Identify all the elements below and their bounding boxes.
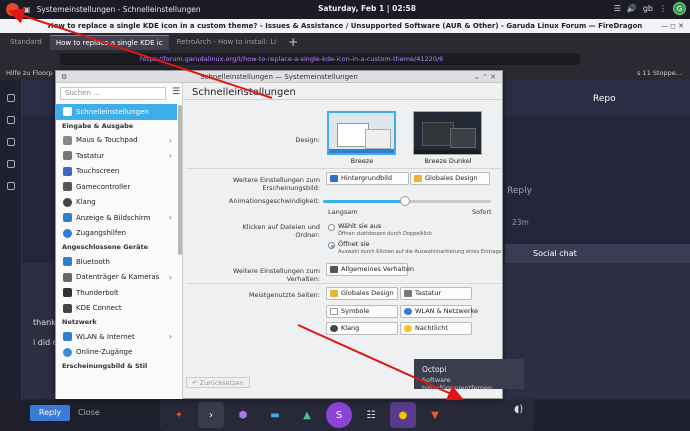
arrow-to-octopi <box>297 324 464 401</box>
arrow-to-app-menu <box>8 8 273 99</box>
annotation-arrows <box>8 8 464 401</box>
